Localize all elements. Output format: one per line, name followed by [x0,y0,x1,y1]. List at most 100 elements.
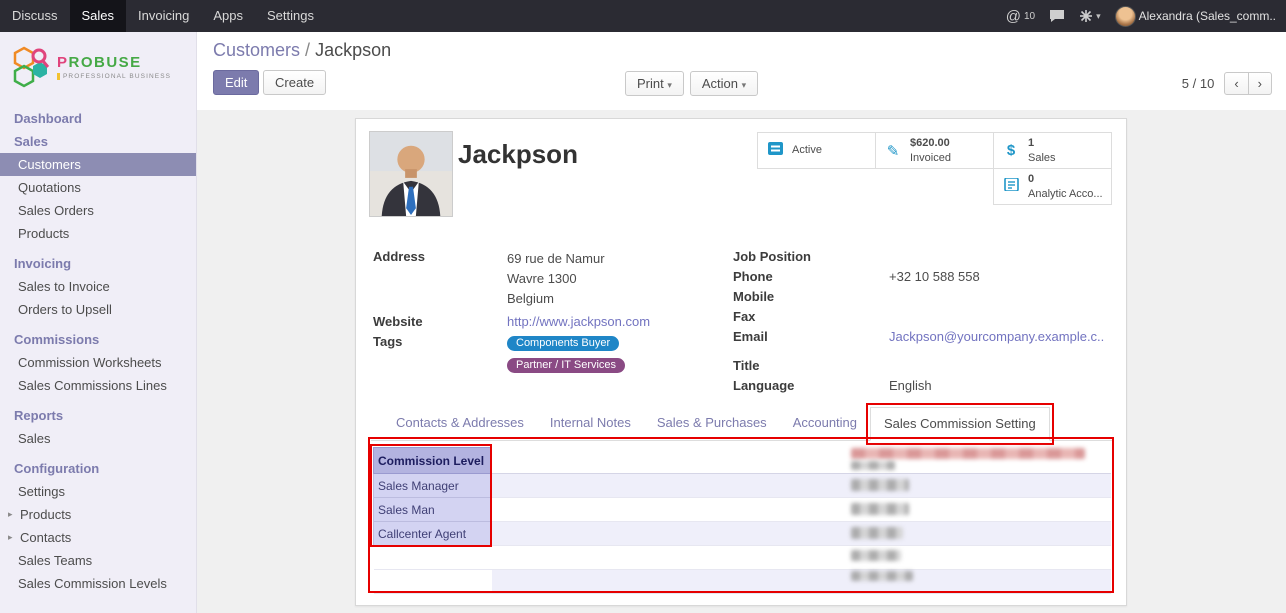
table-cell[interactable] [374,546,492,570]
stat-label: Active [792,143,822,157]
table-row-empty[interactable] [374,546,1112,570]
phone-label: Phone [733,269,875,284]
stat-label: Sales [1028,151,1056,165]
sidebar-item-sales-teams[interactable]: Sales Teams [0,549,196,572]
sidebar-item-config-products[interactable]: ▸Products [0,503,196,526]
user-menu[interactable]: Alexandra (Sales_comm.. [1115,6,1276,27]
sales-stat-button[interactable]: $ 1Sales [993,132,1112,169]
commission-level-header[interactable]: Commission Level [374,448,492,474]
sidebar-item-orders-to-upsell[interactable]: Orders to Upsell [0,298,196,321]
phone-value[interactable]: +32 10 588 558 [889,269,1113,284]
pager-next-button[interactable]: › [1248,72,1272,95]
active-toggle-button[interactable]: Active [757,132,876,169]
job-position-value[interactable] [889,249,1113,264]
caret-down-icon: ▾ [742,80,747,90]
table-header-rest [492,448,1112,474]
table-header-row: Commission Level [374,448,1112,474]
table-cell[interactable] [492,570,1112,594]
table-row[interactable]: Sales Man [374,498,1112,522]
language-value[interactable]: English [889,378,1113,393]
table-cell[interactable] [492,474,1112,498]
field-groups: Address 69 rue de Namur Wavre 1300 Belgi… [373,249,1113,393]
menu-invoicing[interactable]: Invoicing [126,0,201,32]
table-row-empty[interactable] [374,570,1112,594]
menu-discuss[interactable]: Discuss [0,0,70,32]
stat-buttons: Active ✎ $620.00Invoiced $ 1Sales 0Analy… [758,133,1112,205]
sidebar-heading-commissions[interactable]: Commissions [0,328,196,351]
commission-levels-table: Commission Level Sales Manager Sales Man… [373,447,1111,594]
table-row[interactable]: Callcenter Agent [374,522,1112,546]
sidebar-item-settings[interactable]: Settings [0,480,196,503]
tag-partner-it-services[interactable]: Partner / IT Services [507,358,625,373]
app-menu: Discuss Sales Invoicing Apps Settings [0,0,326,32]
messages-button[interactable] [1049,9,1065,23]
sidebar-item-sales-orders[interactable]: Sales Orders [0,199,196,222]
stat-value: 0 [1028,172,1103,186]
mobile-value[interactable] [889,289,1113,304]
fax-value[interactable] [889,309,1113,324]
sidebar-heading-reports[interactable]: Reports [0,404,196,427]
title-value[interactable] [889,358,1113,373]
pager-previous-button[interactable]: ‹ [1224,72,1248,95]
sidebar-item-config-contacts[interactable]: ▸Contacts [0,526,196,549]
probuse-logo[interactable]: PROBUSE PROFESSIONAL BUSINESS [0,32,196,100]
sidebar-item-sales-to-invoice[interactable]: Sales to Invoice [0,275,196,298]
print-dropdown[interactable]: Print ▾ [625,71,684,96]
dollar-icon: $ [1002,142,1020,159]
invoiced-stat-button[interactable]: ✎ $620.00Invoiced [875,132,994,169]
menu-apps[interactable]: Apps [201,0,255,32]
chat-icon [1049,9,1065,23]
table-cell[interactable] [374,570,492,594]
sidebar-item-label: Products [20,507,71,522]
edit-button[interactable]: Edit [213,70,259,95]
sidebar-heading-configuration[interactable]: Configuration [0,457,196,480]
tab-contacts-addresses[interactable]: Contacts & Addresses [383,407,537,440]
tab-sales-purchases[interactable]: Sales & Purchases [644,407,780,440]
website-link[interactable]: http://www.jackpson.com [507,314,733,329]
commission-level-cell[interactable]: Sales Man [374,498,492,522]
sidebar-heading-dashboard[interactable]: Dashboard [0,107,196,130]
action-dropdown[interactable]: Action ▾ [690,71,758,96]
probuse-logo-text: PROBUSE PROFESSIONAL BUSINESS [57,54,171,80]
sidebar-item-customers[interactable]: Customers [0,153,196,176]
sidebar-item-sales-commissions-lines[interactable]: Sales Commissions Lines [0,374,196,397]
customer-photo[interactable] [369,131,453,217]
record-title: Jackpson [458,139,578,170]
tab-internal-notes[interactable]: Internal Notes [537,407,644,440]
tab-accounting[interactable]: Accounting [780,407,870,440]
sidebar-item-products[interactable]: Products [0,222,196,245]
address-value[interactable]: 69 rue de Namur Wavre 1300 Belgium [507,249,733,309]
breadcrumb-customers[interactable]: Customers [213,40,300,60]
commission-level-cell[interactable]: Callcenter Agent [374,522,492,546]
table-cell[interactable] [492,498,1112,522]
table-cell[interactable] [492,546,1112,570]
debug-menu-button[interactable]: ▾ [1079,9,1101,23]
tag-components-buyer[interactable]: Components Buyer [507,336,619,351]
email-label: Email [733,329,875,344]
sidebar-heading-invoicing[interactable]: Invoicing [0,252,196,275]
analytic-accounts-stat-button[interactable]: 0Analytic Acco... [993,168,1112,205]
mentions-button[interactable]: @ 10 [1006,8,1035,25]
person-photo-image [370,132,452,216]
table-row[interactable]: Sales Manager [374,474,1112,498]
website-label: Website [373,314,493,329]
tags-label: Tags [373,334,493,378]
caret-down-icon: ▾ [1096,11,1101,22]
pager: 5 / 10 ‹ › [1182,72,1272,95]
mobile-label: Mobile [733,289,875,304]
sidebar-heading-sales[interactable]: Sales [0,130,196,153]
top-navbar: Discuss Sales Invoicing Apps Settings @ … [0,0,1286,32]
email-link[interactable]: Jackpson@yourcompany.example.c.. [889,329,1113,344]
commission-level-cell[interactable]: Sales Manager [374,474,492,498]
breadcrumb: Customers / Jackpson [213,40,1270,61]
tab-sales-commission-setting[interactable]: Sales Commission Setting [870,407,1050,441]
create-button[interactable]: Create [263,70,326,95]
job-position-label: Job Position [733,249,875,264]
sidebar-item-commission-worksheets[interactable]: Commission Worksheets [0,351,196,374]
sidebar-item-sales-commission-levels[interactable]: Sales Commission Levels [0,572,196,595]
sidebar-item-reports-sales[interactable]: Sales [0,427,196,450]
table-cell[interactable] [492,522,1112,546]
menu-settings[interactable]: Settings [255,0,326,32]
sidebar-item-quotations[interactable]: Quotations [0,176,196,199]
menu-sales[interactable]: Sales [70,0,127,32]
